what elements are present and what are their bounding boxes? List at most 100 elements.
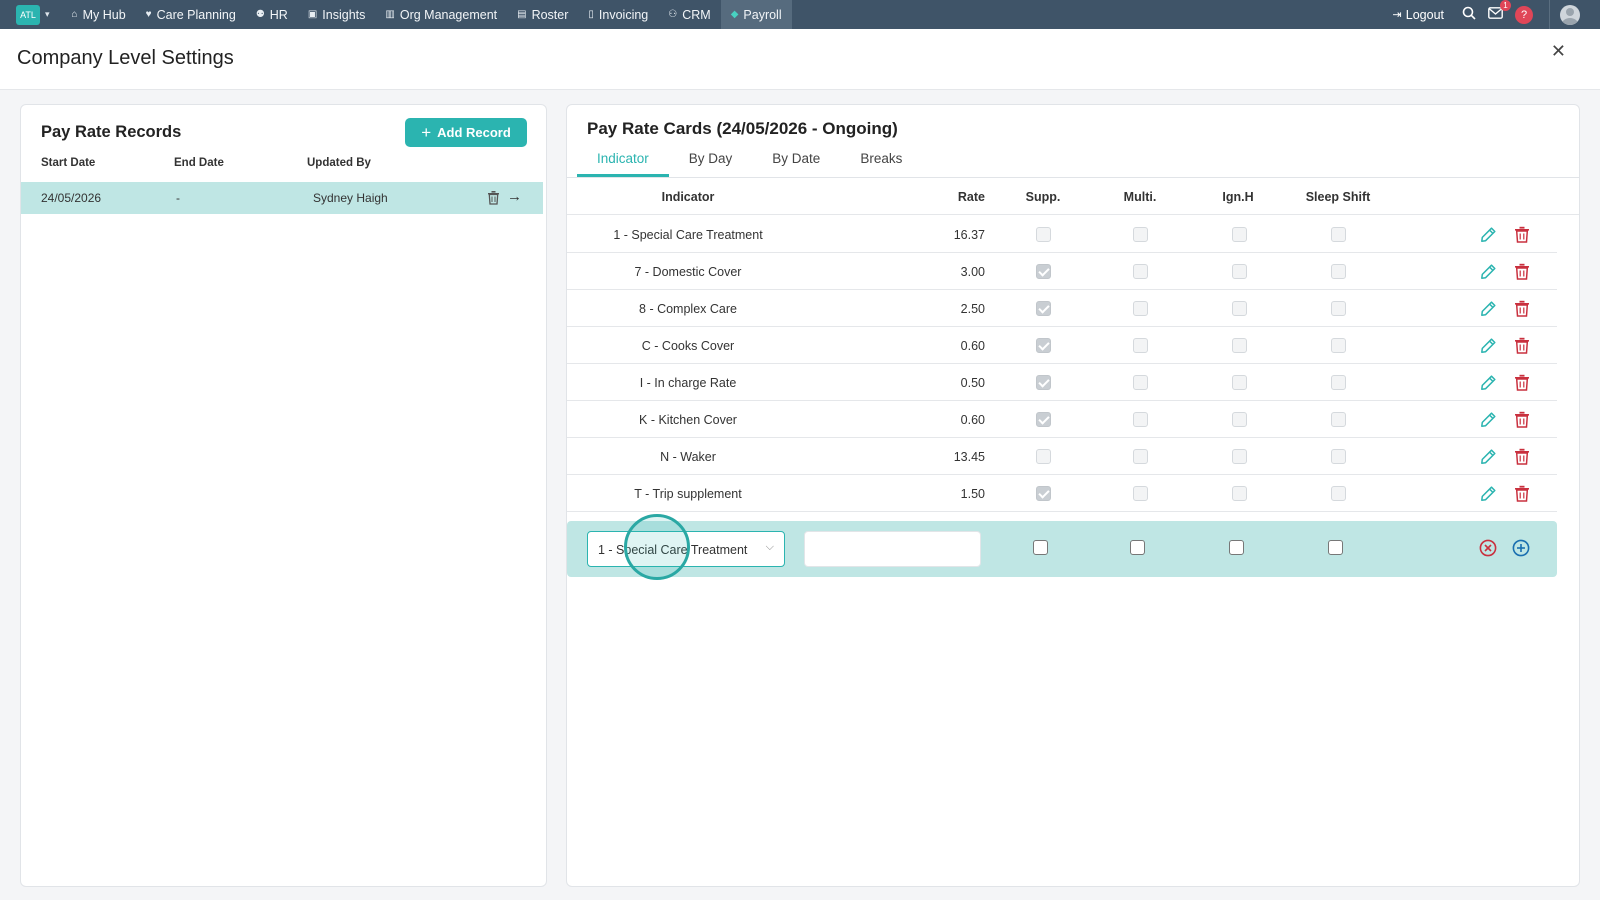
rate-cell: 1.50	[960, 487, 985, 501]
table-row: 1 - Special Care Treatment 16.37	[567, 216, 1557, 253]
rate-cell: 13.45	[953, 450, 985, 464]
nav-item-label: CRM	[682, 7, 711, 22]
nav-item-label: Insights	[322, 7, 366, 22]
pencil-icon[interactable]	[1480, 485, 1497, 502]
sleep-shift-checkbox[interactable]	[1328, 540, 1343, 555]
brand-switcher[interactable]: ATL ▾	[16, 4, 50, 25]
add-record-button[interactable]: + Add Record	[405, 118, 527, 147]
main-nav: ⌂ My Hub ♥ Care Planning ⚉ HR ▣ Insights ▥ Org Ma…	[62, 0, 792, 29]
arrow-right-icon[interactable]: →	[507, 188, 522, 205]
logout-button[interactable]: ⇥ Logout	[1393, 8, 1444, 22]
sleep-shift-checkbox	[1331, 486, 1346, 501]
tab-by-date[interactable]: By Date	[752, 141, 840, 177]
multi-checkbox	[1133, 264, 1148, 279]
nav-item-label: Care Planning	[156, 7, 236, 22]
indicator-select[interactable]: 1 - Special Care Treatment ⌵	[587, 531, 785, 567]
rate-cell: 16.37	[953, 228, 985, 242]
supp-checkbox[interactable]	[1033, 540, 1048, 555]
table-row: 8 - Complex Care 2.50	[567, 290, 1557, 327]
ign-h-checkbox	[1232, 227, 1247, 242]
rate-cell: 0.60	[960, 339, 985, 353]
cancel-icon[interactable]	[1479, 539, 1497, 557]
pencil-icon[interactable]	[1480, 448, 1497, 465]
chevron-down-icon: ⌵	[765, 541, 774, 553]
sleep-shift-checkbox	[1331, 412, 1346, 427]
chart-icon: ▣	[307, 9, 318, 20]
tab-indicator[interactable]: Indicator	[577, 141, 669, 177]
nav-item-insights[interactable]: ▣ Insights	[298, 0, 376, 29]
nav-item-invoicing[interactable]: ▯ Invoicing	[578, 0, 658, 29]
heart-icon: ♥	[145, 9, 152, 20]
nav-item-label: My Hub	[82, 7, 126, 22]
supp-checkbox	[1036, 449, 1051, 464]
plus-icon: +	[421, 122, 432, 142]
end-date-cell: -	[176, 191, 180, 205]
pencil-icon[interactable]	[1480, 263, 1497, 280]
tab-divider	[567, 177, 1579, 178]
table-row: 7 - Domestic Cover 3.00	[567, 253, 1557, 290]
nav-item-crm[interactable]: ⚇ CRM	[658, 0, 720, 29]
tab-breaks[interactable]: Breaks	[840, 141, 922, 177]
sleep-shift-checkbox	[1331, 227, 1346, 242]
logout-label: Logout	[1405, 7, 1444, 22]
rate-cell: 0.50	[960, 376, 985, 390]
trash-icon[interactable]	[1514, 448, 1530, 465]
sleep-shift-checkbox	[1331, 264, 1346, 279]
supp-checkbox	[1036, 375, 1051, 390]
rate-cell: 0.60	[960, 413, 985, 427]
trash-icon[interactable]	[1514, 411, 1530, 428]
search-icon[interactable]	[1462, 6, 1476, 23]
pencil-icon[interactable]	[1480, 226, 1497, 243]
document-icon: ▯	[588, 9, 594, 20]
page-title: Company Level Settings	[17, 47, 234, 69]
multi-checkbox	[1133, 449, 1148, 464]
nav-item-hr[interactable]: ⚉ HR	[246, 0, 298, 29]
trash-icon[interactable]	[1514, 485, 1530, 502]
sleep-shift-checkbox	[1331, 301, 1346, 316]
trash-icon[interactable]	[1514, 226, 1530, 243]
nav-item-care-planning[interactable]: ♥ Care Planning	[136, 0, 246, 29]
pencil-icon[interactable]	[1480, 411, 1497, 428]
sleep-shift-checkbox	[1331, 449, 1346, 464]
nav-item-org-management[interactable]: ▥ Org Management	[375, 0, 507, 29]
start-date-cell: 24/05/2026	[41, 191, 102, 205]
table-row: C - Cooks Cover 0.60	[567, 327, 1557, 364]
mail-count-badge: 1	[1500, 0, 1511, 11]
page-header: Company Level Settings ✕	[0, 29, 1600, 90]
column-header: Updated By	[307, 157, 371, 169]
mail-icon[interactable]: 1	[1488, 0, 1511, 22]
table-row[interactable]: 24/05/2026 - Sydney Haigh →	[21, 182, 543, 214]
trash-icon[interactable]	[487, 190, 500, 205]
rate-cell: 2.50	[960, 302, 985, 316]
payroll-icon: ◆	[730, 9, 739, 20]
column-header: Multi.	[1123, 190, 1157, 204]
trash-icon[interactable]	[1514, 337, 1530, 354]
ign-h-checkbox	[1232, 449, 1247, 464]
pencil-icon[interactable]	[1480, 337, 1497, 354]
help-button[interactable]: ?	[1515, 5, 1533, 24]
panel-title: Pay Rate Cards (24/05/2026 - Ongoing)	[587, 119, 898, 138]
ign-h-checkbox	[1232, 338, 1247, 353]
nav-item-label: Org Management	[399, 7, 498, 22]
nav-item-payroll[interactable]: ◆ Payroll	[720, 0, 792, 29]
table-row: K - Kitchen Cover 0.60	[567, 401, 1557, 438]
multi-checkbox	[1133, 301, 1148, 316]
multi-checkbox[interactable]	[1130, 540, 1145, 555]
ign-h-checkbox	[1232, 486, 1247, 501]
trash-icon[interactable]	[1514, 374, 1530, 391]
supp-checkbox	[1036, 264, 1051, 279]
pencil-icon[interactable]	[1480, 374, 1497, 391]
contacts-icon: ⚇	[668, 9, 678, 20]
ign-h-checkbox[interactable]	[1229, 540, 1244, 555]
top-right-actions: ⇥ Logout 1 ?	[1393, 0, 1600, 29]
trash-icon[interactable]	[1514, 263, 1530, 280]
close-icon[interactable]: ✕	[1551, 41, 1566, 62]
rate-input[interactable]	[804, 531, 981, 567]
nav-item-roster[interactable]: ▤ Roster	[507, 0, 578, 29]
trash-icon[interactable]	[1514, 300, 1530, 317]
add-circle-icon[interactable]	[1512, 539, 1530, 557]
tab-by-day[interactable]: By Day	[669, 141, 753, 177]
pencil-icon[interactable]	[1480, 300, 1497, 317]
nav-item-my-hub[interactable]: ⌂ My Hub	[62, 0, 136, 29]
user-avatar[interactable]	[1560, 4, 1580, 25]
